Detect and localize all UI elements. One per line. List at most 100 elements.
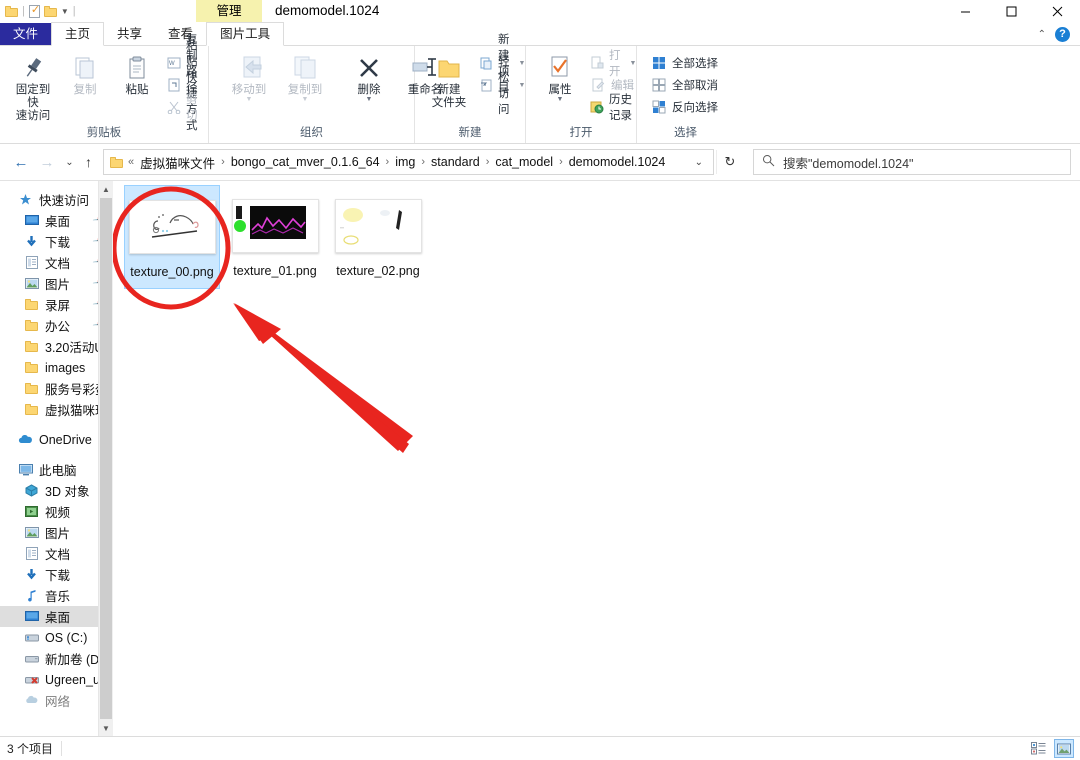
chevron-down-icon[interactable]: ▼ (557, 97, 564, 103)
large-icons-view-button[interactable] (1054, 739, 1074, 758)
scroll-up-icon[interactable]: ▲ (99, 181, 113, 197)
new-folder-button[interactable]: 新建 文件夹 (423, 50, 475, 110)
sidebar-item-videos[interactable]: 视频 (0, 501, 113, 522)
breadcrumb-sep-3[interactable]: › (486, 156, 490, 168)
breadcrumb-sep-0[interactable]: › (221, 156, 225, 168)
forward-button[interactable]: → (35, 150, 59, 174)
local-disk-icon (24, 630, 39, 645)
sidebar-label: OS (C:) (45, 631, 87, 645)
breadcrumb-item-0[interactable]: 虚拟猫咪文件 (137, 152, 218, 173)
new-folder-icon[interactable] (5, 6, 18, 17)
up-button[interactable]: ↑ (80, 150, 97, 174)
file-item-texture-00[interactable]: texture_00.png (124, 185, 220, 289)
help-icon[interactable]: ? (1055, 27, 1070, 42)
tab-home[interactable]: 主页 (51, 22, 104, 46)
sidebar-item-desktop[interactable]: 桌面 📌 (0, 210, 113, 231)
breadcrumb-sep-1[interactable]: › (386, 156, 390, 168)
chevron-down-icon[interactable]: ▼ (61, 7, 69, 16)
sidebar-item-documents-pc[interactable]: 文档 (0, 543, 113, 564)
breadcrumb-item-4[interactable]: cat_model (492, 154, 556, 170)
file-item-texture-02[interactable]: texture_02.png (330, 185, 426, 289)
details-view-button[interactable] (1028, 739, 1048, 758)
sidebar-item-pictures[interactable]: 图片 📌 (0, 273, 113, 294)
delete-button[interactable]: 删除 ▼ (343, 50, 395, 103)
sidebar-item-3d-objects[interactable]: 3D 对象 (0, 480, 113, 501)
breadcrumb-item-5[interactable]: demomodel.1024 (566, 154, 669, 170)
sidebar-scrollbar[interactable]: ▲ ▼ (98, 181, 113, 736)
chevron-down-icon-2[interactable]: ▼ (630, 60, 637, 67)
invert-selection-button[interactable]: 反向选择 (647, 97, 722, 117)
search-input[interactable]: 搜索"demomodel.1024" (753, 149, 1071, 175)
chevron-down-icon[interactable]: ▼ (246, 97, 253, 103)
sidebar-item-new-volume-d[interactable]: 新加卷 (D:) (0, 648, 113, 669)
select-all-button[interactable]: 全部选择 (647, 53, 722, 73)
scrollbar-thumb[interactable] (100, 198, 112, 719)
sidebar-label: 桌面 (45, 607, 70, 626)
sidebar-item-downloads[interactable]: 下载 📌 (0, 231, 113, 252)
sidebar-spacer-1 (0, 420, 113, 429)
chevron-down-icon[interactable]: ▼ (519, 60, 526, 67)
chevron-down-icon-3[interactable]: ▼ (366, 97, 373, 103)
contextual-tab-management[interactable]: 管理 (196, 0, 262, 22)
folder-icon[interactable] (44, 6, 57, 17)
properties-button[interactable]: 属性 ▼ (534, 50, 586, 103)
sidebar-item-os-c[interactable]: OS (C:) (0, 627, 113, 648)
recent-locations-button[interactable]: ⌄ (61, 150, 78, 174)
chevron-down-icon-2[interactable]: ▼ (302, 97, 309, 103)
tab-file[interactable]: 文件 (0, 23, 51, 45)
refresh-button[interactable]: ↻ (716, 150, 743, 174)
sidebar-section-onedrive[interactable]: OneDrive (0, 429, 113, 450)
breadcrumb-item-2[interactable]: img (392, 154, 418, 170)
select-none-button[interactable]: 全部取消 (647, 75, 722, 95)
copy-button[interactable]: 复制 (59, 50, 111, 97)
sidebar-item-documents[interactable]: 文档 📌 (0, 252, 113, 273)
easy-access-button[interactable]: 轻松访问 ▼ (475, 75, 529, 95)
sidebar-item-luping[interactable]: 录屏 📌 (0, 294, 113, 315)
breadcrumb-sep-2[interactable]: › (421, 156, 425, 168)
copy-to-button[interactable]: 复制到 ▼ (279, 50, 331, 103)
paste-button[interactable]: 粘贴 (111, 50, 163, 97)
sidebar-item-downloads-pc[interactable]: 下载 (0, 564, 113, 585)
history-button[interactable]: 历史记录 (586, 97, 640, 117)
sidebar-item-virtual-cat[interactable]: 虚拟猫咪玩法 (0, 399, 113, 420)
tab-share[interactable]: 共享 (104, 23, 155, 45)
scroll-down-icon[interactable]: ▼ (99, 720, 113, 736)
close-button[interactable] (1034, 0, 1080, 22)
move-to-button[interactable]: 移动到 ▼ (223, 50, 275, 103)
sidebar-item-service-egg[interactable]: 服务号彩蛋节 (0, 378, 113, 399)
file-list-pane[interactable]: texture_00.png (113, 181, 1080, 736)
breadcrumb[interactable]: « 虚拟猫咪文件 › bongo_cat_mver_0.1.6_64 › img… (103, 149, 714, 175)
onedrive-cloud-icon (18, 432, 33, 447)
minimize-button[interactable] (942, 0, 988, 22)
cut-button[interactable]: 剪切 (163, 97, 204, 117)
sidebar-item-pictures-pc[interactable]: 图片 (0, 522, 113, 543)
chevron-down-icon-2[interactable]: ▼ (519, 82, 526, 89)
sidebar-section-this-pc[interactable]: 此电脑 (0, 459, 113, 480)
back-button[interactable]: ← (9, 150, 33, 174)
sidebar-item-images[interactable]: images (0, 357, 113, 378)
sidebar-label: 图片 (45, 274, 70, 293)
sidebar-section-quick-access[interactable]: 快速访问 (0, 189, 113, 210)
sidebar-item-desktop-pc[interactable]: 桌面 (0, 606, 113, 627)
pin-to-quick-access-button[interactable]: 固定到快 速访问 (7, 50, 59, 123)
sidebar-section-network[interactable]: 网络 (0, 690, 113, 711)
file-item-texture-01[interactable]: texture_01.png (227, 185, 323, 289)
sidebar-item-ugreen-usb[interactable]: Ugreen_usb1 (0, 669, 113, 690)
pin-icon (20, 52, 46, 84)
properties-icon[interactable] (29, 5, 40, 18)
breadcrumb-dropdown-icon[interactable]: ⌄ (689, 157, 709, 168)
breadcrumb-item-3[interactable]: standard (428, 154, 483, 170)
folder-icon (24, 381, 39, 396)
breadcrumb-item-1[interactable]: bongo_cat_mver_0.1.6_64 (228, 154, 383, 170)
open-button[interactable]: 打开 ▼ (586, 53, 640, 73)
tab-picture-tools[interactable]: 图片工具 (206, 22, 284, 46)
pictures-icon (24, 525, 39, 540)
history-icon (590, 99, 604, 115)
chevron-up-icon[interactable]: ⌃ (1038, 29, 1046, 40)
breadcrumb-sep-4[interactable]: › (559, 156, 563, 168)
sidebar-item-music[interactable]: 音乐 (0, 585, 113, 606)
sidebar-item-bangong[interactable]: 办公 📌 (0, 315, 113, 336)
ribbon-group-clipboard: 固定到快 速访问 复制 粘贴 (0, 46, 209, 143)
maximize-button[interactable] (988, 0, 1034, 22)
sidebar-item-activity-ui[interactable]: 3.20活动UI (0, 336, 113, 357)
